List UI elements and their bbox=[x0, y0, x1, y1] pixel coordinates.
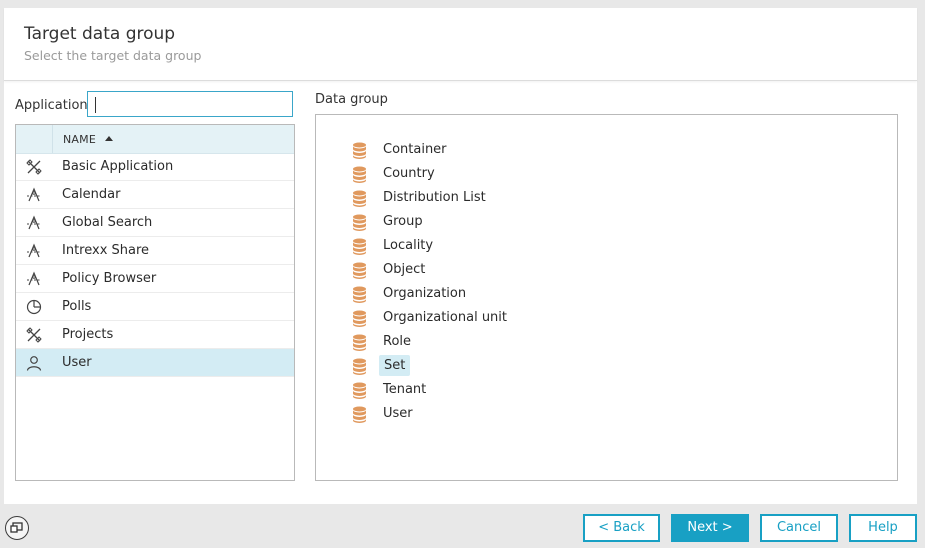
data-group-item-label: Tenant bbox=[383, 382, 427, 397]
help-button[interactable]: Help bbox=[849, 514, 917, 542]
data-group-item-label: Country bbox=[383, 166, 435, 181]
database-icon bbox=[352, 286, 367, 303]
data-group-item-label: Role bbox=[383, 334, 412, 349]
data-group-item[interactable]: Role bbox=[316, 331, 616, 353]
data-group-item[interactable]: Organization bbox=[316, 283, 616, 305]
list-item[interactable]: Basic Application bbox=[16, 153, 294, 181]
list-item-label: User bbox=[62, 355, 92, 370]
data-group-item-label: Organization bbox=[383, 286, 467, 301]
pie-chart-icon bbox=[26, 299, 42, 315]
data-group-item-label: Group bbox=[383, 214, 423, 229]
data-group-item[interactable]: Organizational unit bbox=[316, 307, 616, 329]
list-item[interactable]: Policy Browser bbox=[16, 265, 294, 293]
list-header: NAME bbox=[16, 125, 294, 154]
page-title: Target data group bbox=[24, 24, 176, 44]
database-icon bbox=[352, 238, 367, 255]
data-group-item[interactable]: Container bbox=[316, 139, 616, 161]
data-group-item[interactable]: Tenant bbox=[316, 379, 616, 401]
app-icon bbox=[26, 215, 42, 231]
app-icon bbox=[26, 243, 42, 259]
list-item[interactable]: Polls bbox=[16, 293, 294, 321]
database-icon bbox=[352, 166, 367, 183]
list-item-label: Calendar bbox=[62, 187, 121, 202]
data-group-item[interactable]: Group bbox=[316, 211, 616, 233]
tools-icon bbox=[26, 327, 42, 343]
database-icon bbox=[352, 310, 367, 327]
text-caret bbox=[95, 97, 96, 113]
list-item-label: Intrexx Share bbox=[62, 243, 150, 258]
data-group-label: Data group bbox=[315, 92, 388, 107]
column-header-name[interactable]: NAME bbox=[63, 133, 96, 146]
data-group-item[interactable]: User bbox=[316, 403, 616, 425]
list-item-label: Polls bbox=[62, 299, 92, 314]
cancel-button[interactable]: Cancel bbox=[760, 514, 838, 542]
app-icon bbox=[26, 271, 42, 287]
next-button[interactable]: Next > bbox=[671, 514, 749, 542]
list-item[interactable]: Intrexx Share bbox=[16, 237, 294, 265]
list-item[interactable]: Projects bbox=[16, 321, 294, 349]
tools-icon bbox=[26, 159, 42, 175]
page-subtitle: Select the target data group bbox=[24, 48, 202, 63]
data-group-item-label: Organizational unit bbox=[383, 310, 508, 325]
database-icon bbox=[352, 334, 367, 351]
data-group-item-label: Set bbox=[379, 355, 411, 376]
database-icon bbox=[352, 382, 367, 399]
column-separator bbox=[52, 125, 53, 153]
application-label: Application bbox=[15, 98, 88, 113]
data-group-list[interactable]: Container Country Distribution List Group Lo… bbox=[315, 114, 898, 481]
list-item[interactable]: Calendar bbox=[16, 181, 294, 209]
data-group-item[interactable]: Set bbox=[316, 355, 616, 377]
application-search-input[interactable] bbox=[87, 91, 293, 117]
database-icon bbox=[352, 190, 367, 207]
app-icon bbox=[26, 187, 42, 203]
data-group-item-label: Object bbox=[383, 262, 426, 277]
list-item-label: Projects bbox=[62, 327, 114, 342]
user-icon bbox=[26, 355, 42, 371]
data-group-item[interactable]: Object bbox=[316, 259, 616, 281]
database-icon bbox=[352, 406, 367, 423]
data-group-item-label: Distribution List bbox=[383, 190, 486, 205]
list-item[interactable]: User bbox=[16, 349, 294, 377]
list-item[interactable]: Global Search bbox=[16, 209, 294, 237]
data-group-item-label: Locality bbox=[383, 238, 434, 253]
database-icon bbox=[352, 142, 367, 159]
data-group-item[interactable]: Locality bbox=[316, 235, 616, 257]
database-icon bbox=[352, 262, 367, 279]
list-item-label: Basic Application bbox=[62, 159, 174, 174]
database-icon bbox=[352, 358, 367, 375]
sort-ascending-icon[interactable] bbox=[105, 136, 113, 141]
data-group-item[interactable]: Country bbox=[316, 163, 616, 185]
data-group-item[interactable]: Distribution List bbox=[316, 187, 616, 209]
back-button[interactable]: < Back bbox=[583, 514, 660, 542]
list-item-label: Policy Browser bbox=[62, 271, 157, 286]
data-group-item-label: User bbox=[383, 406, 413, 421]
window-icon[interactable] bbox=[5, 516, 29, 540]
data-group-item-label: Container bbox=[383, 142, 447, 157]
database-icon bbox=[352, 214, 367, 231]
dialog-header: Target data group Select the target data… bbox=[4, 8, 917, 81]
application-list[interactable]: NAME Basic Application Calendar Global Sea… bbox=[15, 124, 295, 481]
list-item-label: Global Search bbox=[62, 215, 153, 230]
